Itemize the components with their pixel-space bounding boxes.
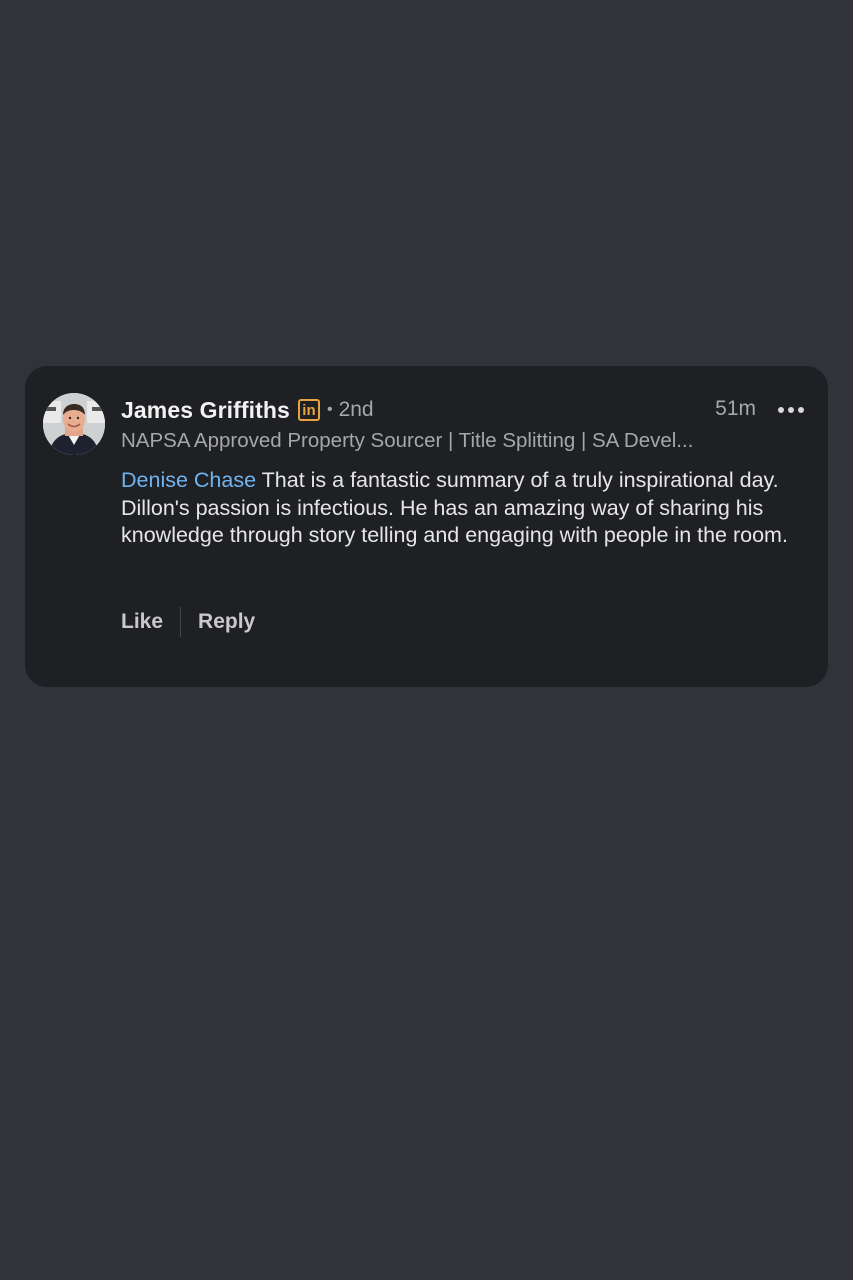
comment-timestamp: 51m — [715, 397, 756, 420]
comment-header: James Griffiths in • 2nd 51m NAPSA Appro… — [121, 395, 808, 455]
comment-actions: Like Reply — [121, 606, 255, 638]
avatar-image — [43, 393, 105, 455]
comment-text: Denise Chase That is a fantastic summary… — [121, 467, 791, 550]
author-name[interactable]: James Griffiths — [121, 397, 290, 424]
like-button[interactable]: Like — [121, 610, 163, 634]
comment-card: James Griffiths in • 2nd 51m NAPSA Appro… — [25, 366, 828, 687]
page: James Griffiths in • 2nd 51m NAPSA Appro… — [0, 0, 853, 1280]
author-headline: NAPSA Approved Property Sourcer | Title … — [121, 429, 694, 452]
connection-degree: 2nd — [338, 398, 374, 421]
mention-link[interactable]: Denise Chase — [121, 468, 256, 492]
reply-button[interactable]: Reply — [198, 610, 255, 634]
more-horizontal-icon — [778, 407, 804, 413]
separator-dot: • — [326, 401, 333, 418]
avatar[interactable] — [43, 393, 105, 455]
actions-divider — [180, 607, 182, 637]
linkedin-premium-icon: in — [297, 399, 320, 421]
more-options-button[interactable] — [774, 395, 808, 425]
author-row: James Griffiths in • 2nd — [121, 395, 374, 425]
